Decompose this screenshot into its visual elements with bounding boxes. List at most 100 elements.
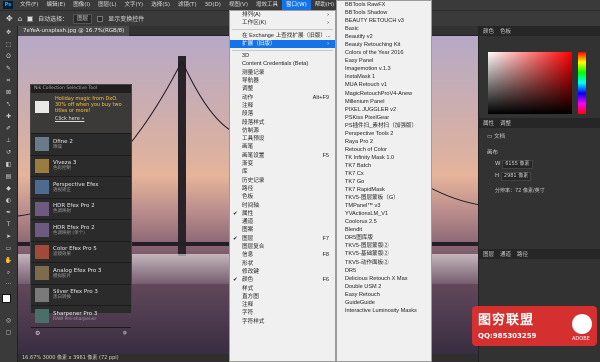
window-menu-item[interactable]: 画笔 xyxy=(230,143,335,151)
menu-5[interactable]: 选择(S) xyxy=(147,0,174,10)
extension-menu-item[interactable]: BEAUTY RETOUCH v3 xyxy=(337,17,431,25)
extension-menu-item[interactable]: Basic xyxy=(337,25,431,33)
extension-menu-item[interactable]: Beauty Retouching Kit xyxy=(337,41,431,49)
lasso-tool-icon[interactable]: ʘ xyxy=(3,52,15,62)
extension-menu-item[interactable]: TKV5-基础蒙版② xyxy=(337,250,431,258)
nik-plugin-item[interactable]: Color Efex Pro 5 滤镜效果 xyxy=(31,240,131,263)
menu-9[interactable]: 增效工具 xyxy=(252,0,282,10)
nik-plugin-item[interactable]: Analog Efex Pro 3 模拟胶片 xyxy=(31,262,131,284)
extension-menu-item[interactable]: DR5 xyxy=(337,267,431,275)
tab-layers[interactable]: 图层 xyxy=(483,250,494,258)
window-menu-item[interactable]: 色板 xyxy=(230,193,335,201)
nik-plugin-item[interactable]: HDR Efex Pro 2 色调映射 (单个) xyxy=(31,219,131,241)
menu-3[interactable]: 图层(L) xyxy=(94,0,120,10)
window-menu-item[interactable]: 图层复合 xyxy=(230,243,335,251)
nik-promo[interactable]: Holiday magic from DxO. 30% off when you… xyxy=(31,93,131,133)
menu-4[interactable]: 文字(Y) xyxy=(121,0,148,10)
window-menu-item[interactable]: 时间轴 xyxy=(230,202,335,210)
hand-tool-icon[interactable]: ✋ xyxy=(3,256,15,266)
extension-menu-item[interactable]: Perspective Tools 2 xyxy=(337,130,431,138)
window-menu-item[interactable]: 工作区(K) › xyxy=(230,19,335,27)
window-menu-item[interactable]: 库 xyxy=(230,168,335,176)
extension-menu-item[interactable]: MUA Retouch v1 xyxy=(337,81,431,89)
extension-menu-item[interactable]: Double USM 2 xyxy=(337,283,431,291)
show-transform-checkbox[interactable] xyxy=(97,15,104,22)
extension-menu-item[interactable]: Easy Panel xyxy=(337,57,431,65)
history-brush-tool-icon[interactable]: ↺ xyxy=(3,148,15,158)
window-menu-item[interactable]: 样式 xyxy=(230,285,335,293)
extension-menu-item[interactable]: PS插件扫_素材扫（加强版） xyxy=(337,122,431,130)
extension-menu-item[interactable]: PSKiss PixelGear xyxy=(337,114,431,122)
extension-menu-item[interactable]: Beautify v2 xyxy=(337,33,431,41)
eraser-tool-icon[interactable]: ◧ xyxy=(3,160,15,170)
document-tab[interactable]: 7eYeA-unsplash.jpg @ 16.7%(RGB/8) xyxy=(18,26,130,36)
menu-2[interactable]: 图像(I) xyxy=(69,0,94,10)
path-selection-tool-icon[interactable]: ➤ xyxy=(3,232,15,242)
zoom-tool-icon[interactable]: ⌕ xyxy=(3,268,15,278)
window-menu-item[interactable]: Content Credentials (Beta) xyxy=(230,60,335,68)
healing-brush-tool-icon[interactable]: ✚ xyxy=(3,112,15,122)
extension-menu-item[interactable]: TMPanel™ v3 xyxy=(337,202,431,210)
dodge-tool-icon[interactable]: ◐ xyxy=(3,196,15,206)
window-menu-item[interactable]: 3D xyxy=(230,52,335,60)
nik-plugin-item[interactable]: Viveza 3 色彩控制 xyxy=(31,154,131,177)
extension-menu-item[interactable]: TK7 RapidMask xyxy=(337,186,431,194)
auto-select-checkbox[interactable] xyxy=(27,15,34,22)
extension-menu-item[interactable]: Easy Retouch xyxy=(337,291,431,299)
quick-select-tool-icon[interactable]: ✎ xyxy=(3,64,15,74)
extension-menu-item[interactable]: BBTools RawFX xyxy=(337,1,431,9)
window-menu-item[interactable]: 段落 xyxy=(230,110,335,118)
window-menu-item[interactable]: 路径 xyxy=(230,185,335,193)
window-menu-item[interactable]: 修改键 xyxy=(230,268,335,276)
extension-menu-item[interactable]: Coolorus 2.5 xyxy=(337,218,431,226)
tab-properties[interactable]: 属性 xyxy=(483,119,494,127)
extension-menu-item[interactable]: TKV5-图层蒙版② xyxy=(337,242,431,250)
window-menu-item[interactable]: 渐变 xyxy=(230,160,335,168)
window-menu-item[interactable]: 段落样式 xyxy=(230,119,335,127)
window-menu-item[interactable]: 动作 Alt+F9 xyxy=(230,94,335,102)
extension-menu-item[interactable]: Delicious Retouch X Max xyxy=(337,275,431,283)
pen-tool-icon[interactable]: ✒ xyxy=(3,208,15,218)
nik-plugin-item[interactable]: Dfine 2 降噪 xyxy=(31,133,131,155)
blur-tool-icon[interactable]: ◆ xyxy=(3,184,15,194)
home-icon[interactable]: ⌂ xyxy=(18,15,22,23)
window-menu-item[interactable]: 调整 xyxy=(230,85,335,93)
extension-menu-item[interactable]: Millenium Panel xyxy=(337,98,431,106)
hue-slider[interactable] xyxy=(578,52,586,114)
window-menu-item[interactable]: 历史记录 xyxy=(230,177,335,185)
window-menu-item[interactable]: 测量记录 xyxy=(230,69,335,77)
extension-menu-item[interactable]: TK7 Go xyxy=(337,178,431,186)
window-menu-item[interactable]: 在 Exchange 上查找扩展（旧版）... xyxy=(230,32,335,40)
move-tool-icon[interactable]: ✥ xyxy=(3,28,15,38)
height-input[interactable]: 2981 像素 xyxy=(500,172,532,181)
extension-menu-item[interactable]: TK Infinity Mask 1.0 xyxy=(337,154,431,162)
extension-menu-item[interactable]: TKV5-动作面板② xyxy=(337,259,431,267)
extension-menu-item[interactable]: Blendit xyxy=(337,226,431,234)
more-tools-icon[interactable]: ··· xyxy=(3,280,15,290)
brush-tool-icon[interactable]: ✐ xyxy=(3,124,15,134)
window-menu-item[interactable]: 通道 xyxy=(230,218,335,226)
clone-stamp-tool-icon[interactable]: ⊥ xyxy=(3,136,15,146)
auto-select-dropdown[interactable]: 图层 xyxy=(73,13,93,24)
extension-menu-item[interactable]: YVActionsLM_V1 xyxy=(337,210,431,218)
extension-menu-item[interactable]: BBTools Shadow xyxy=(337,9,431,17)
rectangle-tool-icon[interactable]: ▭ xyxy=(3,244,15,254)
window-menu-item[interactable]: 字符 xyxy=(230,309,335,317)
move-tool-icon[interactable]: ✥ xyxy=(6,14,13,23)
extension-menu-item[interactable]: DR5图库版 xyxy=(337,234,431,242)
window-menu-item[interactable]: 画笔设置 F5 xyxy=(230,152,335,160)
tab-swatches[interactable]: 色板 xyxy=(500,27,511,35)
nik-plugin-item[interactable]: Sharpener Pro 3 RAW Pre-sharpener xyxy=(31,305,131,327)
extension-menu-item[interactable]: Retouch of Color xyxy=(337,146,431,154)
extension-menu-item[interactable]: Interactive Luminosity Masks xyxy=(337,307,431,315)
menu-11[interactable]: 帮助(H) xyxy=(311,0,338,10)
menu-7[interactable]: 3D(D) xyxy=(201,0,225,10)
window-menu-item[interactable]: 排列(A) › xyxy=(230,11,335,19)
quick-mask-icon[interactable]: ◎ xyxy=(3,316,15,326)
extension-menu-item[interactable]: TKV5-图层蒙板（G） xyxy=(337,194,431,202)
gradient-tool-icon[interactable]: ▤ xyxy=(3,172,15,182)
window-menu-item[interactable]: ✔ 颜色 F6 xyxy=(230,276,335,284)
marquee-tool-icon[interactable]: ⬚ xyxy=(3,40,15,50)
window-menu-item[interactable]: 扩展（旧版） › xyxy=(230,39,335,49)
extension-menu-item[interactable]: TK7 Cx xyxy=(337,170,431,178)
